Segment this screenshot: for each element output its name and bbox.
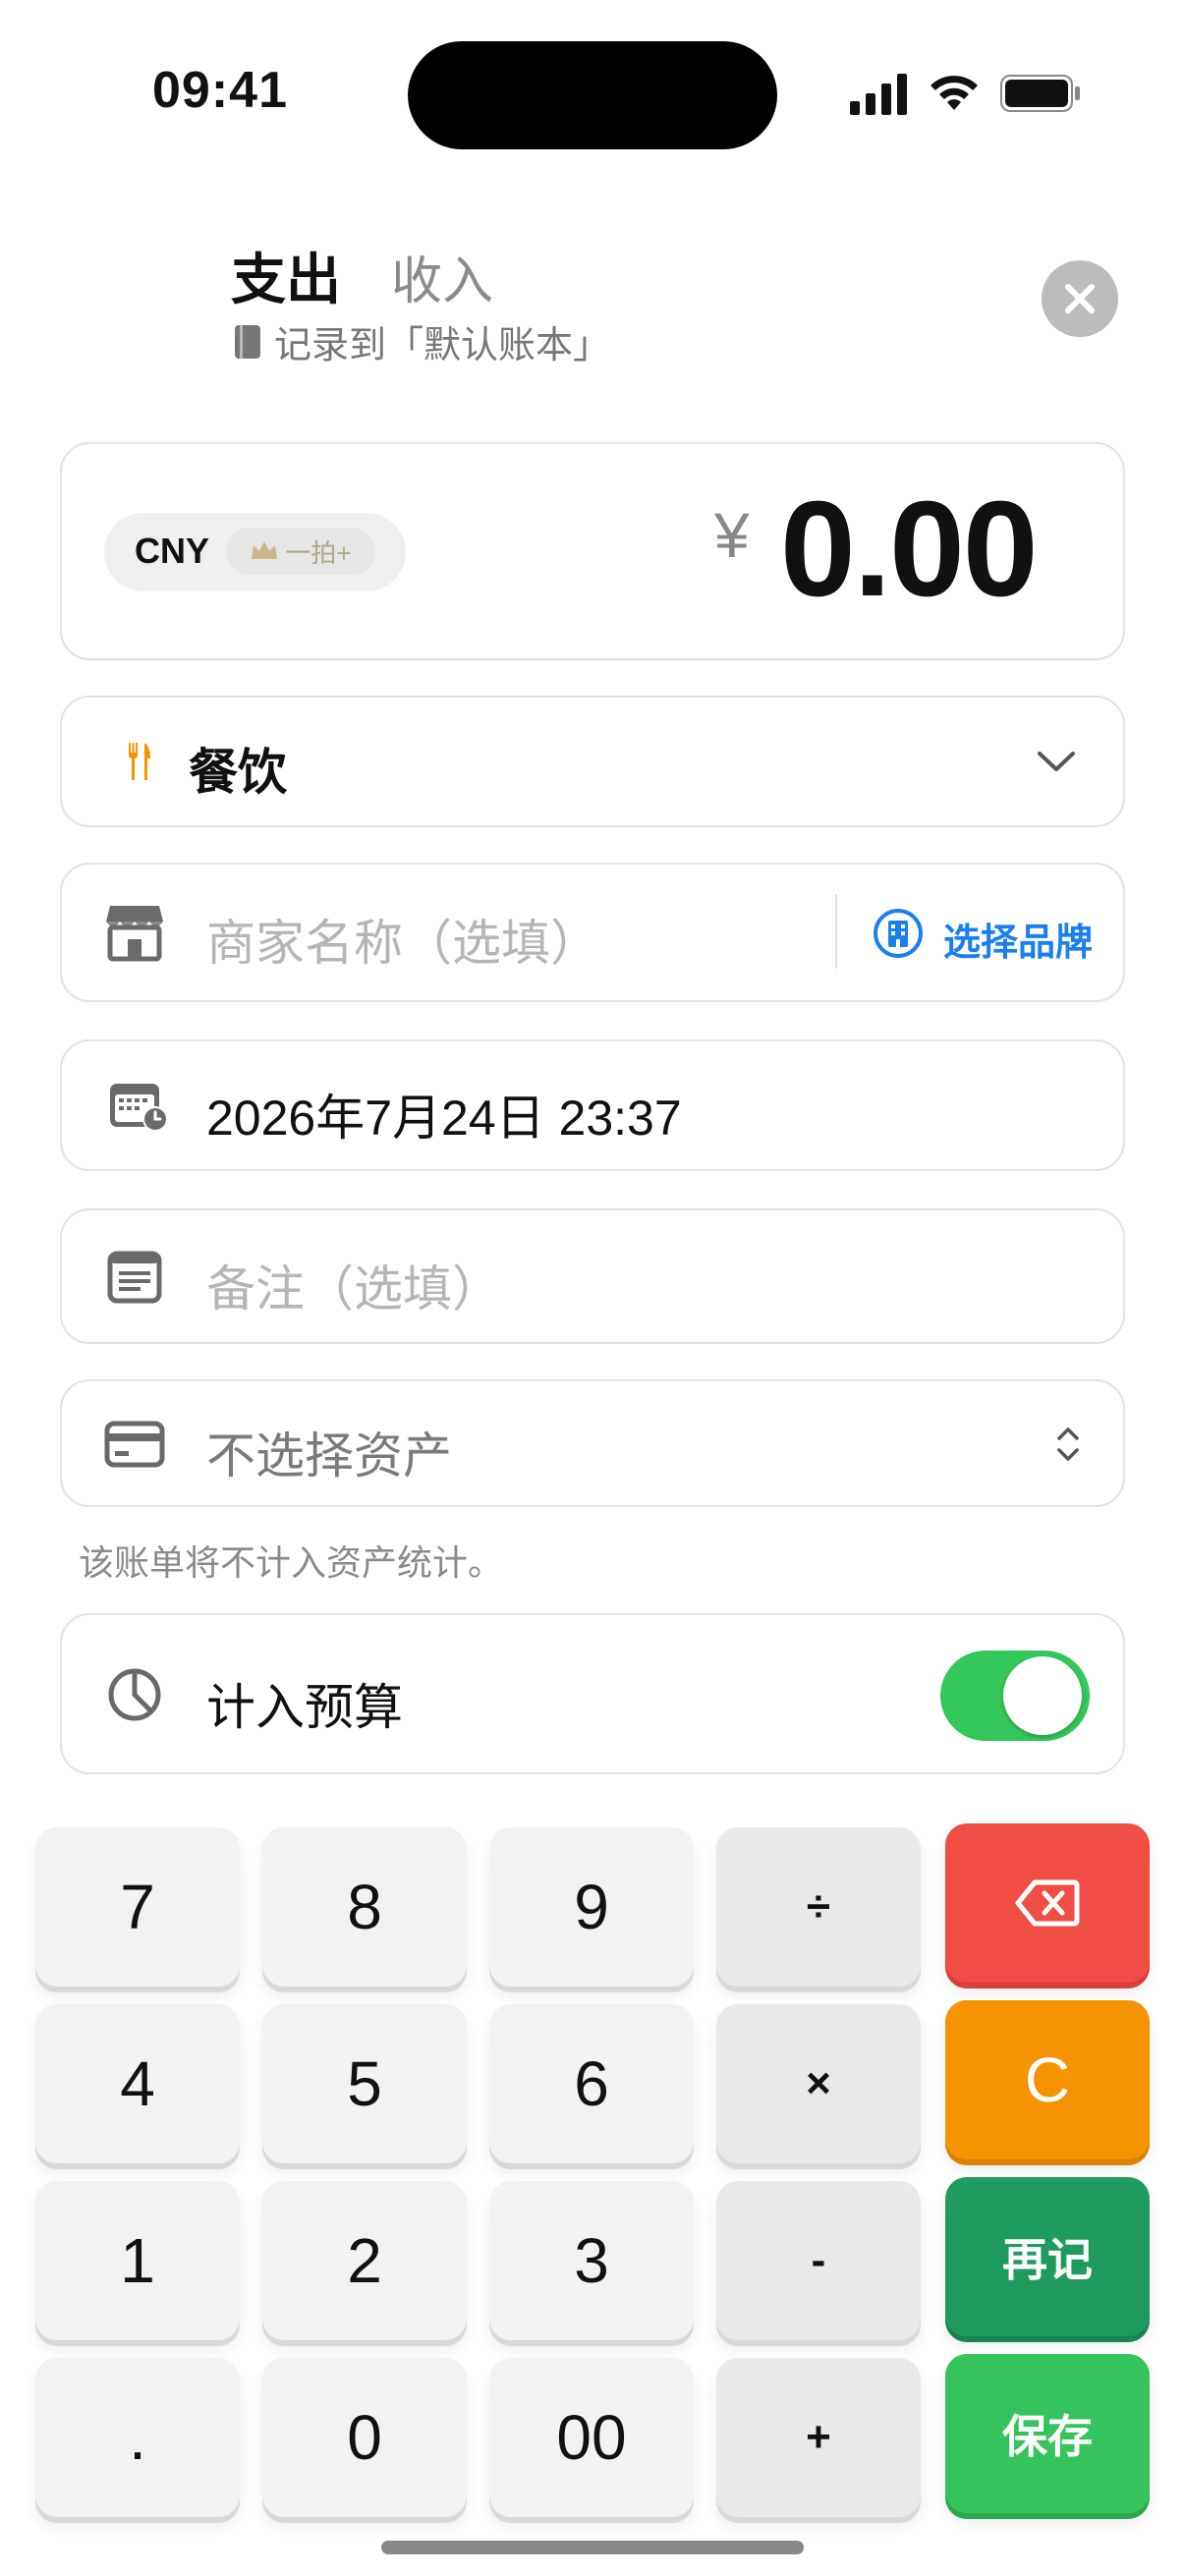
category-label: 餐饮 xyxy=(189,745,287,800)
status-time: 09:41 xyxy=(152,62,288,119)
key-divide[interactable]: ÷ xyxy=(716,1827,921,1987)
key-5[interactable]: 5 xyxy=(262,2004,467,2163)
tab-income[interactable]: 收入 xyxy=(391,240,493,313)
book-icon xyxy=(235,324,260,359)
fork-knife-icon xyxy=(129,743,150,780)
toggle-knob xyxy=(1003,1656,1082,1735)
delete-button[interactable] xyxy=(945,1823,1150,1983)
pie-chart-icon xyxy=(108,1668,161,1721)
key-7[interactable]: 7 xyxy=(35,1827,240,1987)
premium-badge[interactable]: 一拍+ xyxy=(226,528,375,575)
choose-brand-button[interactable]: 选择品牌 xyxy=(943,912,1093,966)
merchant-input[interactable]: 商家名称（选填） xyxy=(206,904,599,975)
budget-label: 计入预算 xyxy=(206,1680,403,1735)
asset-hint: 该账单将不计入资产统计。 xyxy=(79,1542,504,1583)
currency-code: CNY xyxy=(135,531,210,571)
ledger-selector[interactable]: 记录到「默认账本」 xyxy=(233,314,610,368)
key-6[interactable]: 6 xyxy=(489,2004,694,2163)
date-value: 2026年7月24日 23:37 xyxy=(206,1091,682,1146)
calendar-clock-icon xyxy=(110,1084,168,1132)
battery-icon xyxy=(1000,75,1080,112)
key-8[interactable]: 8 xyxy=(262,1827,467,1987)
note-icon xyxy=(107,1251,162,1304)
key-decimal[interactable]: . xyxy=(35,2358,240,2517)
close-icon xyxy=(1065,284,1095,313)
amount-display: 0.00 xyxy=(780,474,1039,625)
key-multiply[interactable]: × xyxy=(716,2004,921,2163)
key-4[interactable]: 4 xyxy=(35,2004,240,2163)
wifi-icon xyxy=(931,76,978,110)
key-minus[interactable]: - xyxy=(716,2181,921,2340)
key-plus[interactable]: + xyxy=(716,2358,921,2517)
divider xyxy=(835,894,837,969)
key-3[interactable]: 3 xyxy=(489,2181,694,2340)
save-button[interactable]: 保存 xyxy=(945,2354,1150,2513)
asset-label: 不选择资产 xyxy=(206,1428,452,1484)
premium-badge-label: 一拍+ xyxy=(285,537,352,568)
key-2[interactable]: 2 xyxy=(262,2181,467,2340)
close-button[interactable] xyxy=(1042,260,1118,337)
chevron-down-icon xyxy=(1038,752,1075,771)
record-to-label: 记录到「默认账本」 xyxy=(274,325,611,366)
key-0[interactable]: 0 xyxy=(262,2358,467,2517)
key-1[interactable]: 1 xyxy=(35,2181,240,2340)
clear-button[interactable]: C xyxy=(945,2000,1150,2159)
credit-card-icon xyxy=(104,1421,165,1468)
save-and-new-button[interactable]: 再记 xyxy=(945,2177,1150,2336)
key-00[interactable]: 00 xyxy=(489,2358,694,2517)
store-icon xyxy=(106,906,163,962)
crown-icon xyxy=(252,541,278,559)
currency-symbol: ¥ xyxy=(714,500,750,571)
dynamic-island xyxy=(408,41,777,149)
tab-expense[interactable]: 支出 xyxy=(231,236,341,315)
building-icon[interactable] xyxy=(873,908,924,959)
chevron-up-down-icon xyxy=(1057,1428,1079,1461)
cellular-signal-icon xyxy=(850,74,907,115)
backspace-icon xyxy=(1015,1879,1080,1927)
note-input[interactable]: 备注（选填） xyxy=(206,1250,501,1320)
home-indicator[interactable] xyxy=(381,2541,804,2554)
key-9[interactable]: 9 xyxy=(489,1827,694,1987)
